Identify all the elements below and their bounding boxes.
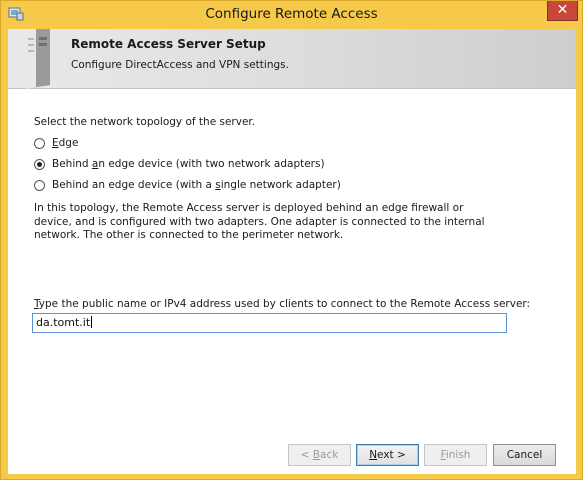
dialog-body: Remote Access Server Setup Configure Dir… [8,29,576,474]
close-icon: ✕ [556,2,569,18]
wizard-header: Remote Access Server Setup Configure Dir… [8,29,576,89]
radio-behind-edge-single-adapter[interactable]: Behind an edge device (with a single net… [34,177,341,193]
topology-prompt: Select the network topology of the serve… [34,116,256,128]
radio-label: Behind an edge device (with two network … [52,158,325,170]
next-button[interactable]: Next > [356,444,419,466]
radio-button[interactable] [34,179,45,191]
window-title: Configure Remote Access [205,6,378,22]
radio-label: Behind an edge device (with a single net… [52,179,341,191]
server-icon [26,29,50,89]
title-bar[interactable]: Configure Remote Access ✕ [1,1,582,29]
radio-behind-edge-two-adapters[interactable]: Behind an edge device (with two network … [34,156,325,172]
text-caret [91,316,93,328]
back-button[interactable]: < Back [288,444,351,466]
page-title: Remote Access Server Setup [71,37,266,51]
radio-button[interactable] [34,137,45,149]
radio-button[interactable] [34,158,45,170]
finish-button[interactable]: Finish [424,444,487,466]
cancel-button[interactable]: Cancel [493,444,556,466]
radio-edge[interactable]: Edge [34,135,78,151]
public-name-label: Type the public name or IPv4 address use… [34,298,531,310]
radio-label: Edge [52,137,79,149]
topology-description: In this topology, the Remote Access serv… [34,202,485,241]
page-subtitle: Configure DirectAccess and VPN settings. [71,59,289,71]
configure-remote-access-window: Configure Remote Access ✕ Remote Access … [0,0,583,480]
close-button[interactable]: ✕ [547,1,578,21]
public-name-input[interactable]: da.tomt.it [32,313,507,333]
